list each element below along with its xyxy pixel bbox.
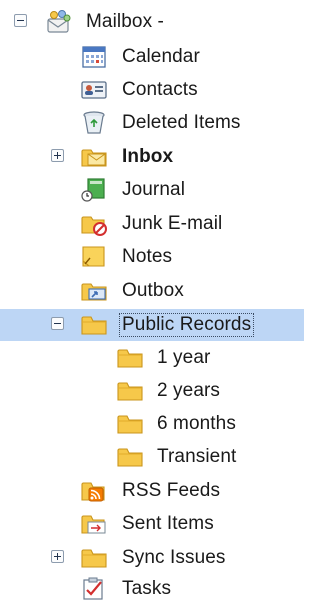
mailbox-icon — [45, 9, 73, 34]
calendar-icon — [80, 44, 108, 69]
tree-item-rss-feeds[interactable]: RSS Feeds — [0, 474, 304, 507]
tree-item-label: Contacts — [122, 79, 198, 100]
folder-icon — [116, 444, 144, 469]
junk-mail-folder-icon — [80, 211, 108, 236]
tree-item-label: Journal — [122, 179, 186, 200]
tree-item-1-year[interactable]: 1 year — [0, 341, 304, 374]
tree-item-contacts[interactable]: Contacts — [0, 73, 304, 106]
inbox-folder-icon — [80, 144, 108, 169]
tree-item-label: Transient — [157, 446, 237, 467]
journal-icon — [80, 177, 108, 202]
outbox-folder-icon — [80, 278, 108, 303]
tree-item-6-months[interactable]: 6 months — [0, 407, 304, 440]
tasks-icon — [80, 576, 108, 601]
tree-item-label: Notes — [122, 246, 173, 267]
expand-toggle[interactable] — [51, 550, 64, 563]
recycle-bin-icon — [80, 110, 108, 135]
tree-item-label: Calendar — [122, 46, 200, 67]
expand-toggle[interactable] — [51, 149, 64, 162]
tree-item-label: Inbox — [122, 146, 174, 167]
tree-item-2-years[interactable]: 2 years — [0, 374, 304, 407]
tree-item-deleted-items[interactable]: Deleted Items — [0, 106, 304, 139]
tree-item-label: Sent Items — [122, 513, 214, 534]
tree-item-journal[interactable]: Journal — [0, 173, 304, 206]
tree-item-label: 2 years — [157, 380, 221, 401]
rss-folder-icon — [80, 478, 108, 503]
folder-icon — [116, 345, 144, 370]
contacts-card-icon — [80, 77, 108, 102]
tree-item-calendar[interactable]: Calendar — [0, 40, 304, 73]
folder-icon — [80, 312, 108, 337]
tree-item-label: 6 months — [157, 413, 236, 434]
tree-item-label: Deleted Items — [122, 112, 241, 133]
tree-item-label: Mailbox - — [86, 11, 164, 32]
folder-icon — [116, 378, 144, 403]
tree-item-public-records[interactable]: Public Records — [0, 308, 304, 341]
tree-item-sync-issues[interactable]: Sync Issues — [0, 541, 304, 574]
tree-item-sent-items[interactable]: Sent Items — [0, 507, 304, 540]
folder-tree: Mailbox - Calendar Contacts Deleted Item… — [0, 0, 304, 605]
tree-item-label: Sync Issues — [122, 547, 226, 568]
tree-item-inbox[interactable]: Inbox — [0, 140, 304, 173]
tree-item-label: Outbox — [122, 280, 184, 301]
tree-item-transient[interactable]: Transient — [0, 440, 304, 473]
sent-items-folder-icon — [80, 511, 108, 536]
tree-item-label: RSS Feeds — [122, 480, 221, 501]
collapse-toggle[interactable] — [14, 14, 27, 27]
tree-item-tasks[interactable]: Tasks — [0, 572, 304, 605]
collapse-toggle[interactable] — [51, 317, 64, 330]
tree-item-notes[interactable]: Notes — [0, 240, 304, 273]
tree-item-label: Tasks — [122, 578, 172, 599]
tree-item-outbox[interactable]: Outbox — [0, 274, 304, 307]
tree-item-junk-email[interactable]: Junk E-mail — [0, 207, 304, 240]
tree-item-label: Junk E-mail — [122, 213, 223, 234]
tree-item-mailbox[interactable]: Mailbox - — [0, 5, 304, 38]
tree-item-label: Public Records — [118, 313, 255, 337]
notes-icon — [80, 244, 108, 269]
folder-icon — [80, 545, 108, 570]
folder-icon — [116, 411, 144, 436]
tree-item-label: 1 year — [157, 347, 211, 368]
